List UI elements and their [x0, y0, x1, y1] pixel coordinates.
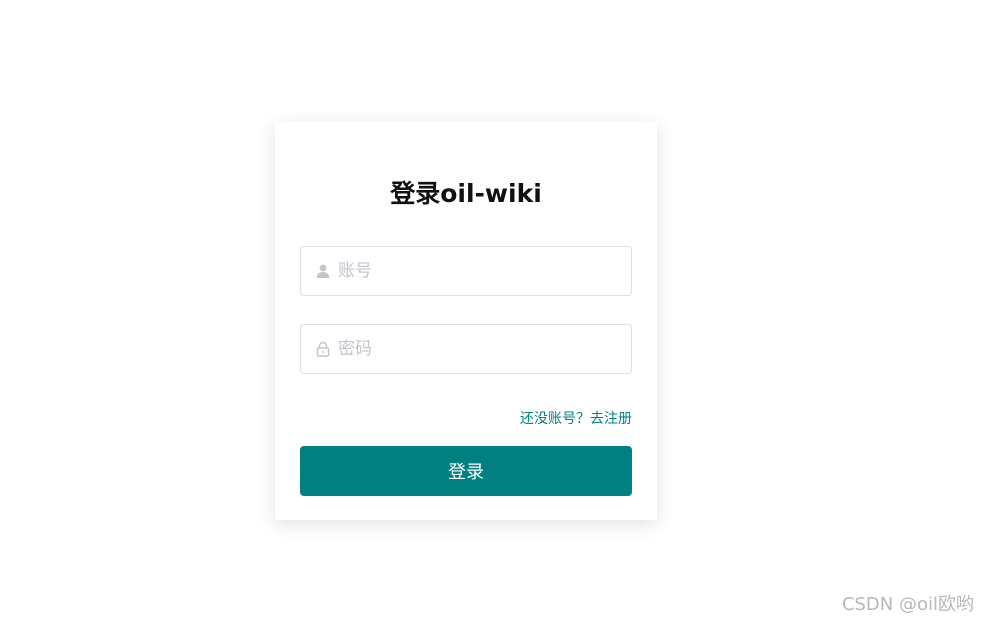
lock-icon [316, 341, 330, 357]
watermark: CSDN @oil欧哟 [841, 594, 974, 615]
login-button[interactable]: 登录 [300, 446, 632, 496]
password-field[interactable] [300, 324, 632, 374]
register-link[interactable]: 还没账号？去注册 [520, 408, 632, 428]
username-field[interactable] [300, 246, 632, 296]
login-title: 登录oil-wiki [390, 179, 542, 208]
username-input[interactable] [338, 247, 623, 295]
page: 登录oil-wiki 还没账号？去注册 登录 CSDN @oil欧哟 [0, 0, 988, 626]
login-card: 登录oil-wiki 还没账号？去注册 登录 [275, 122, 657, 520]
password-input[interactable] [338, 325, 623, 373]
user-icon [316, 264, 330, 278]
